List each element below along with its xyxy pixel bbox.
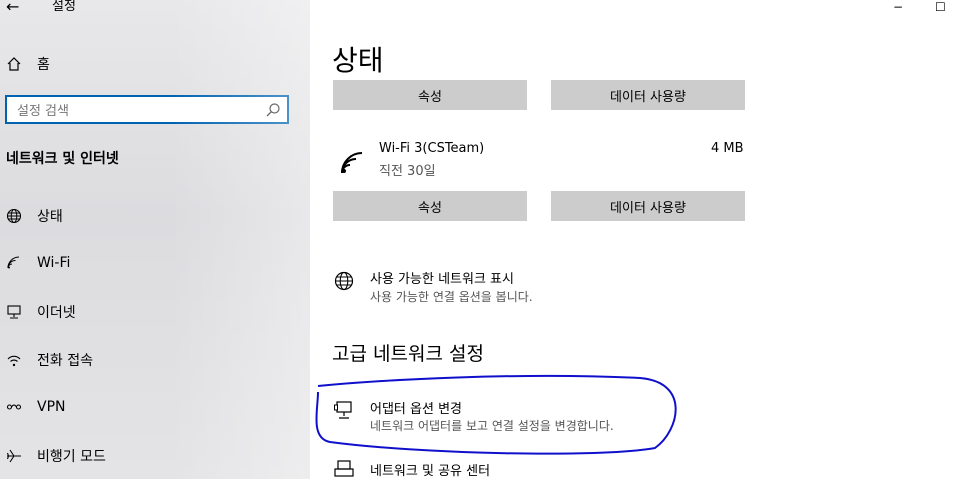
hand-drawn-annotation: [315, 374, 677, 455]
